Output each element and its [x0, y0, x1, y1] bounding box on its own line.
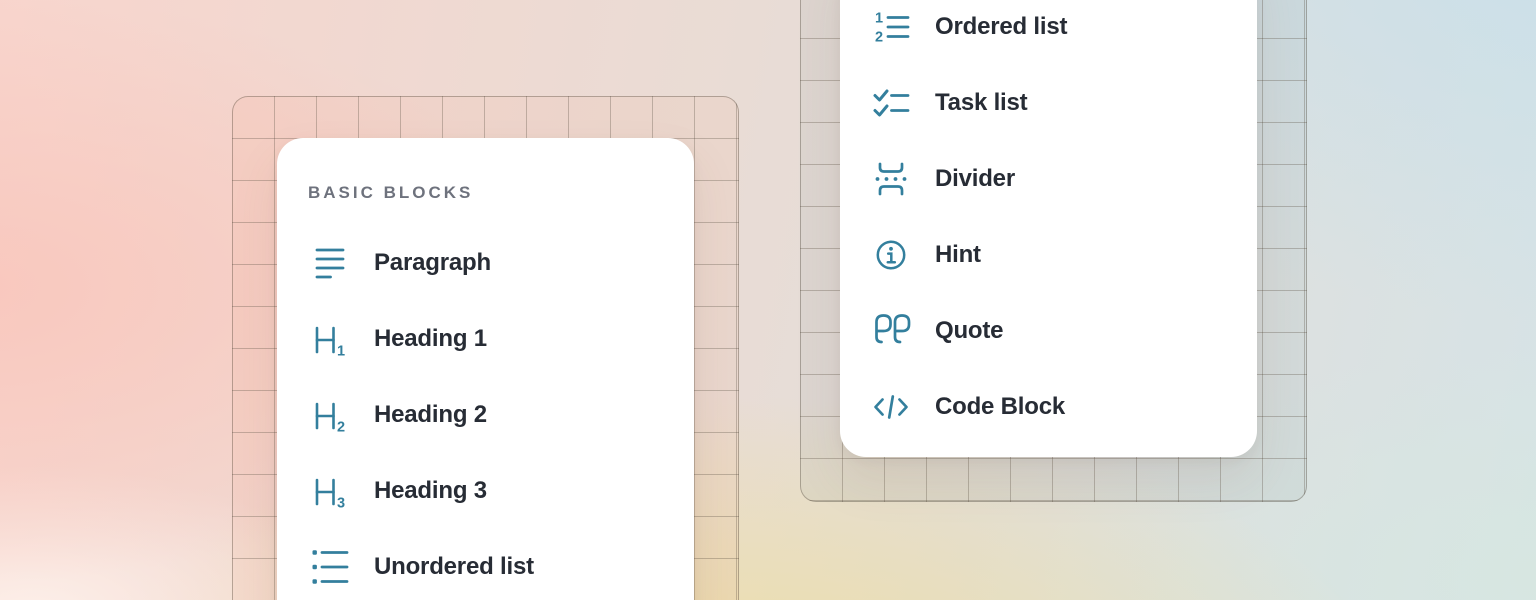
menu-item-label: Code Block	[935, 387, 1065, 427]
svg-text:2: 2	[875, 30, 883, 46]
menu-item-heading-2[interactable]: 2 Heading 2	[277, 395, 694, 435]
basic-blocks-list: Paragraph 1 Heading 1 2 Heading 2 3 Heading…	[277, 243, 694, 587]
menu-item-label: Heading 1	[374, 319, 487, 359]
menu-item-label: Quote	[935, 311, 1003, 351]
paragraph-icon	[310, 243, 350, 283]
task-list-icon	[871, 83, 911, 123]
menu-item-unordered-list[interactable]: Unordered list	[277, 547, 694, 587]
code-block-icon	[871, 387, 911, 427]
hint-icon	[871, 235, 911, 275]
menu-item-label: Divider	[935, 159, 1015, 199]
divider-icon	[871, 159, 911, 199]
ordered-list-icon: 12	[871, 7, 911, 47]
more-blocks-list: 12Ordered list Task list Divider Hint Qu…	[840, 7, 1257, 427]
block-menu-screenshot: BASIC BLOCKS Paragraph 1 Heading 1 2 Headi…	[0, 0, 1536, 600]
svg-text:2: 2	[337, 420, 345, 436]
unordered-list-icon	[310, 547, 350, 587]
menu-item-label: Heading 2	[374, 395, 487, 435]
heading-3-icon: 3	[310, 471, 350, 511]
menu-item-label: Heading 3	[374, 471, 487, 511]
quote-icon	[871, 311, 911, 351]
menu-item-task-list[interactable]: Task list	[840, 83, 1257, 123]
svg-text:1: 1	[337, 344, 345, 360]
menu-item-hint[interactable]: Hint	[840, 235, 1257, 275]
menu-item-ordered-list[interactable]: 12Ordered list	[840, 7, 1257, 47]
menu-item-label: Hint	[935, 235, 981, 275]
blocks-panel-continued: 12Ordered list Task list Divider Hint Qu…	[840, 0, 1257, 457]
menu-item-divider[interactable]: Divider	[840, 159, 1257, 199]
basic-blocks-panel: BASIC BLOCKS Paragraph 1 Heading 1 2 Headi…	[277, 138, 694, 600]
menu-item-label: Ordered list	[935, 7, 1067, 47]
menu-item-heading-3[interactable]: 3 Heading 3	[277, 471, 694, 511]
menu-item-code-block[interactable]: Code Block	[840, 387, 1257, 427]
menu-item-label: Unordered list	[374, 547, 534, 587]
menu-item-quote[interactable]: Quote	[840, 311, 1257, 351]
menu-item-label: Task list	[935, 83, 1027, 123]
heading-2-icon: 2	[310, 395, 350, 435]
svg-text:1: 1	[875, 11, 883, 27]
heading-1-icon: 1	[310, 319, 350, 359]
panel-section-header: BASIC BLOCKS	[308, 183, 694, 203]
svg-text:3: 3	[337, 496, 345, 512]
menu-item-paragraph[interactable]: Paragraph	[277, 243, 694, 283]
menu-item-label: Paragraph	[374, 243, 491, 283]
menu-item-heading-1[interactable]: 1 Heading 1	[277, 319, 694, 359]
